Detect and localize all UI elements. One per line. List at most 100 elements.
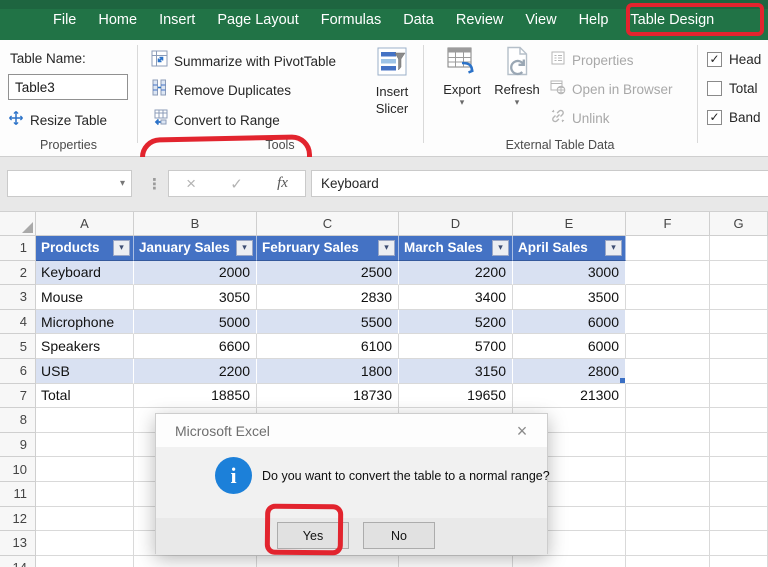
cell-c4[interactable]: 5500 <box>257 310 399 335</box>
cell-f10[interactable] <box>626 457 710 482</box>
table-name-input[interactable]: Table3 <box>8 74 128 100</box>
cell-d14[interactable] <box>399 556 513 567</box>
column-header-g[interactable]: G <box>710 212 768 236</box>
row-header-14[interactable]: 14 <box>0 556 36 567</box>
cell-d5[interactable]: 5700 <box>399 334 513 359</box>
export-dropdown-chevron[interactable]: ▾ <box>460 98 465 107</box>
cell-a13[interactable] <box>36 531 134 556</box>
total-row-checkbox[interactable]: Total <box>707 81 758 96</box>
cell-e4[interactable]: 6000 <box>513 310 626 335</box>
cell-a10[interactable] <box>36 457 134 482</box>
dialog-titlebar[interactable]: Microsoft Excel × <box>156 414 547 447</box>
cell-b14[interactable] <box>134 556 257 567</box>
cell-a2[interactable]: Keyboard <box>36 261 134 286</box>
cell-b2[interactable]: 2000 <box>134 261 257 286</box>
cell-f11[interactable] <box>626 482 710 507</box>
cell-f14[interactable] <box>626 556 710 567</box>
cell-g5[interactable] <box>710 334 768 359</box>
cell-f7[interactable] <box>626 384 710 409</box>
cell-a5[interactable]: Speakers <box>36 334 134 359</box>
insert-function-icon[interactable]: fx <box>277 175 288 192</box>
cell-f2[interactable] <box>626 261 710 286</box>
cell-g14[interactable] <box>710 556 768 567</box>
select-all-button[interactable] <box>0 212 36 236</box>
filter-dropdown-icon[interactable]: ▾ <box>492 240 509 256</box>
refresh-dropdown-chevron[interactable]: ▾ <box>515 98 520 107</box>
cell-e14[interactable] <box>513 556 626 567</box>
no-button[interactable]: No <box>363 522 435 549</box>
name-box[interactable]: ▾ <box>7 170 132 197</box>
cell-c5[interactable]: 6100 <box>257 334 399 359</box>
cell-f6[interactable] <box>626 359 710 384</box>
cell-f5[interactable] <box>626 334 710 359</box>
cell-g7[interactable] <box>710 384 768 409</box>
cell-e6[interactable]: 2800 <box>513 359 626 384</box>
cell-a3[interactable]: Mouse <box>36 285 134 310</box>
row-header-6[interactable]: 6 <box>0 359 36 384</box>
summarize-with-pivottable-button[interactable]: Summarize with PivotTable <box>151 50 336 72</box>
tab-page-layout[interactable]: Page Layout <box>206 0 309 40</box>
resize-table-button[interactable]: Resize Table <box>8 110 107 131</box>
cell-e3[interactable]: 3500 <box>513 285 626 310</box>
cell-b6[interactable]: 2200 <box>134 359 257 384</box>
column-header-c[interactable]: C <box>257 212 399 236</box>
row-header-7[interactable]: 7 <box>0 384 36 409</box>
convert-to-range-button[interactable]: Convert to Range <box>151 109 280 131</box>
cell-b4[interactable]: 5000 <box>134 310 257 335</box>
cell-d1-march-sales[interactable]: March Sales▾ <box>399 236 513 261</box>
column-header-d[interactable]: D <box>399 212 513 236</box>
cell-b7[interactable]: 18850 <box>134 384 257 409</box>
tab-data[interactable]: Data <box>392 0 445 40</box>
cell-a1-products[interactable]: Products▾ <box>36 236 134 261</box>
row-header-1[interactable]: 1 <box>0 236 36 261</box>
row-header-13[interactable]: 13 <box>0 531 36 556</box>
confirm-icon[interactable]: ✓ <box>230 175 243 193</box>
tab-view[interactable]: View <box>514 0 567 40</box>
cell-g10[interactable] <box>710 457 768 482</box>
remove-duplicates-button[interactable]: Remove Duplicates <box>151 79 291 101</box>
cell-g4[interactable] <box>710 310 768 335</box>
formula-input[interactable]: Keyboard <box>311 170 768 197</box>
cell-a4[interactable]: Microphone <box>36 310 134 335</box>
cell-c7[interactable]: 18730 <box>257 384 399 409</box>
cell-d3[interactable]: 3400 <box>399 285 513 310</box>
row-header-2[interactable]: 2 <box>0 261 36 286</box>
banded-rows-checkbox[interactable]: ✓ Band <box>707 110 761 125</box>
tab-insert[interactable]: Insert <box>148 0 206 40</box>
header-row-checkbox[interactable]: ✓ Head <box>707 52 761 67</box>
cell-a14[interactable] <box>36 556 134 567</box>
close-icon[interactable]: × <box>511 420 533 442</box>
row-header-4[interactable]: 4 <box>0 310 36 335</box>
total-row-checkbox-box[interactable] <box>707 81 722 96</box>
cell-g6[interactable] <box>710 359 768 384</box>
cell-e1-april-sales[interactable]: April Sales▾ <box>513 236 626 261</box>
refresh-button[interactable]: Refresh ▾ <box>489 46 545 107</box>
tab-home[interactable]: Home <box>87 0 148 40</box>
insert-slicer-button[interactable]: Insert Slicer <box>363 46 421 117</box>
cell-d6[interactable]: 3150 <box>399 359 513 384</box>
cell-d2[interactable]: 2200 <box>399 261 513 286</box>
tab-review[interactable]: Review <box>445 0 515 40</box>
cell-b1-january-sales[interactable]: January Sales▾ <box>134 236 257 261</box>
banded-rows-checkbox-box[interactable]: ✓ <box>707 110 722 125</box>
cell-d7[interactable]: 19650 <box>399 384 513 409</box>
cell-e7[interactable]: 21300 <box>513 384 626 409</box>
cell-a8[interactable] <box>36 408 134 433</box>
filter-dropdown-icon[interactable]: ▾ <box>236 240 253 256</box>
row-header-8[interactable]: 8 <box>0 408 36 433</box>
cell-g1[interactable] <box>710 236 768 261</box>
cancel-icon[interactable]: × <box>186 174 196 194</box>
row-header-3[interactable]: 3 <box>0 285 36 310</box>
export-button[interactable]: Export ▾ <box>436 46 488 107</box>
tab-file[interactable]: File <box>42 0 87 40</box>
column-header-f[interactable]: F <box>626 212 710 236</box>
cell-f9[interactable] <box>626 433 710 458</box>
cell-c14[interactable] <box>257 556 399 567</box>
tab-help[interactable]: Help <box>568 0 620 40</box>
filter-dropdown-icon[interactable]: ▾ <box>605 240 622 256</box>
cell-e5[interactable]: 6000 <box>513 334 626 359</box>
cell-c2[interactable]: 2500 <box>257 261 399 286</box>
cell-d4[interactable]: 5200 <box>399 310 513 335</box>
row-header-11[interactable]: 11 <box>0 482 36 507</box>
cell-c1-february-sales[interactable]: February Sales▾ <box>257 236 399 261</box>
